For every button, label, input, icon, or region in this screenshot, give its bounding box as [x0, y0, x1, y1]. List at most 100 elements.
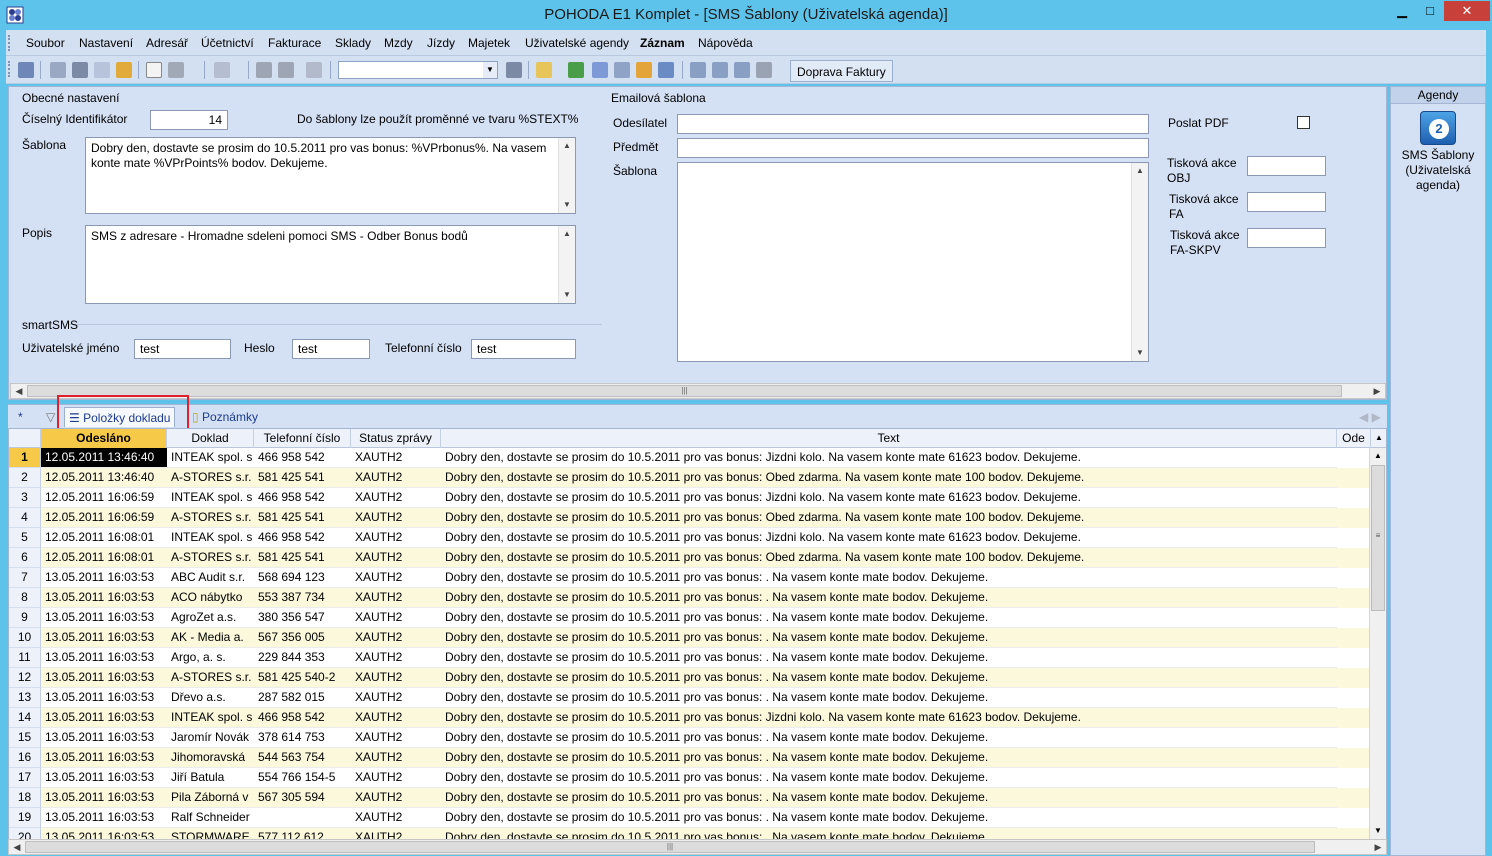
- save-all-icon[interactable]: [278, 62, 294, 78]
- cell-status[interactable]: XAUTH2: [351, 448, 441, 468]
- cell-status[interactable]: XAUTH2: [351, 788, 441, 808]
- menu-fakturace[interactable]: Fakturace: [268, 36, 321, 50]
- report-icon[interactable]: [116, 62, 132, 78]
- row-number[interactable]: 1: [9, 448, 41, 468]
- cell-text[interactable]: Dobry den, dostavte se prosim do 10.5.20…: [441, 708, 1337, 728]
- cell-odeslano[interactable]: 12.05.2011 16:06:59: [41, 508, 167, 528]
- row-number[interactable]: 19: [9, 808, 41, 828]
- table-row[interactable]: 16 13.05.2011 16:03:53 Jihomoravská 544 563…: [9, 748, 1371, 768]
- row-number[interactable]: 5: [9, 528, 41, 548]
- cell-status[interactable]: XAUTH2: [351, 668, 441, 688]
- cell-status[interactable]: XAUTH2: [351, 488, 441, 508]
- row-number[interactable]: 8: [9, 588, 41, 608]
- cell-status[interactable]: XAUTH2: [351, 808, 441, 828]
- description-textarea[interactable]: SMS z adresare - Hromadne sdeleni pomoci…: [85, 225, 576, 304]
- cell-odeslano[interactable]: 13.05.2011 16:03:53: [41, 728, 167, 748]
- cell-status[interactable]: XAUTH2: [351, 528, 441, 548]
- cell-text[interactable]: Dobry den, dostavte se prosim do 10.5.20…: [441, 508, 1337, 528]
- cell-status[interactable]: XAUTH2: [351, 588, 441, 608]
- filter-icon[interactable]: [506, 62, 522, 78]
- scroll-left-icon[interactable]: ◀: [11, 384, 27, 398]
- table-row[interactable]: 3 12.05.2011 16:06:59 INTEAK spol. s 466 95…: [9, 488, 1371, 508]
- table-row[interactable]: 4 12.05.2011 16:06:59 A-STORES s.r. 581 425…: [9, 508, 1371, 528]
- tools-icon[interactable]: [756, 62, 772, 78]
- cell-text[interactable]: Dobry den, dostavte se prosim do 10.5.20…: [441, 728, 1337, 748]
- sender-field[interactable]: [677, 114, 1149, 134]
- cell-telefon[interactable]: 581 425 541: [254, 508, 351, 528]
- menu-mzdy[interactable]: Mzdy: [384, 36, 413, 50]
- cell-text[interactable]: Dobry den, dostavte se prosim do 10.5.20…: [441, 668, 1337, 688]
- cell-telefon[interactable]: 466 958 542: [254, 708, 351, 728]
- tab-poznamky[interactable]: ▯ Poznámky: [188, 407, 262, 427]
- menu-jizdy[interactable]: Jízdy: [427, 36, 455, 50]
- cell-status[interactable]: XAUTH2: [351, 608, 441, 628]
- cell-doklad[interactable]: A-STORES s.r.: [167, 468, 254, 488]
- email-template-scrollbar[interactable]: ▲ ▼: [1131, 163, 1148, 361]
- cell-text[interactable]: Dobry den, dostavte se prosim do 10.5.20…: [441, 748, 1337, 768]
- row-number[interactable]: 16: [9, 748, 41, 768]
- cell-text[interactable]: Dobry den, dostavte se prosim do 10.5.20…: [441, 808, 1337, 828]
- copy-icon[interactable]: [306, 62, 322, 78]
- table-row[interactable]: 13 13.05.2011 16:03:53 Dřevo a.s. 287 582 0…: [9, 688, 1371, 708]
- cell-doklad[interactable]: Dřevo a.s.: [167, 688, 254, 708]
- cell-doklad[interactable]: A-STORES s.r.: [167, 548, 254, 568]
- cell-text[interactable]: Dobry den, dostavte se prosim do 10.5.20…: [441, 768, 1337, 788]
- print-setup-icon[interactable]: [50, 62, 66, 78]
- cell-odeslano[interactable]: 13.05.2011 16:03:53: [41, 808, 167, 828]
- cell-doklad[interactable]: Pila Záborná v: [167, 788, 254, 808]
- cell-odeslano[interactable]: 12.05.2011 16:08:01: [41, 528, 167, 548]
- cell-odeslano[interactable]: 13.05.2011 16:03:53: [41, 708, 167, 728]
- cell-odeslano[interactable]: 13.05.2011 16:03:53: [41, 788, 167, 808]
- print-icon[interactable]: [72, 62, 88, 78]
- cell-doklad[interactable]: INTEAK spol. s: [167, 528, 254, 548]
- email-template-textarea[interactable]: ▲ ▼: [677, 162, 1149, 362]
- cell-text[interactable]: Dobry den, dostavte se prosim do 10.5.20…: [441, 628, 1337, 648]
- table-row[interactable]: 18 13.05.2011 16:03:53 Pila Záborná v 567 3…: [9, 788, 1371, 808]
- agenda-item-label[interactable]: SMS Šablony (Uživatelská agenda): [1395, 148, 1481, 193]
- cell-text[interactable]: Dobry den, dostavte se prosim do 10.5.20…: [441, 488, 1337, 508]
- users-icon[interactable]: [636, 62, 652, 78]
- cell-telefon[interactable]: 567 356 005: [254, 628, 351, 648]
- cell-text[interactable]: Dobry den, dostavte se prosim do 10.5.20…: [441, 468, 1337, 488]
- cell-status[interactable]: XAUTH2: [351, 708, 441, 728]
- cell-doklad[interactable]: Argo, a. s.: [167, 648, 254, 668]
- menu-majetek[interactable]: Majetek: [468, 36, 510, 50]
- cell-doklad[interactable]: A-STORES s.r.: [167, 508, 254, 528]
- cell-odeslano[interactable]: 12.05.2011 13:46:40: [41, 448, 167, 468]
- cell-doklad[interactable]: AgroZet a.s.: [167, 608, 254, 628]
- send-pdf-checkbox[interactable]: [1297, 116, 1310, 129]
- list-icon[interactable]: [690, 62, 706, 78]
- cell-odeslano[interactable]: 13.05.2011 16:03:53: [41, 608, 167, 628]
- row-number[interactable]: 6: [9, 548, 41, 568]
- cell-odeslano[interactable]: 13.05.2011 16:03:53: [41, 688, 167, 708]
- table-row[interactable]: 9 13.05.2011 16:03:53 AgroZet a.s. 380 356 …: [9, 608, 1371, 628]
- row-number[interactable]: 11: [9, 648, 41, 668]
- cell-status[interactable]: XAUTH2: [351, 728, 441, 748]
- cell-status[interactable]: XAUTH2: [351, 628, 441, 648]
- cell-telefon[interactable]: 380 356 547: [254, 608, 351, 628]
- cell-telefon[interactable]: 581 425 540-2: [254, 668, 351, 688]
- row-number[interactable]: 18: [9, 788, 41, 808]
- cell-telefon[interactable]: 568 694 123: [254, 568, 351, 588]
- menu-grip[interactable]: [8, 35, 11, 51]
- menu-napoveda[interactable]: Nápověda: [698, 36, 753, 50]
- cell-text[interactable]: Dobry den, dostavte se prosim do 10.5.20…: [441, 588, 1337, 608]
- scroll-up-icon[interactable]: ▲: [559, 138, 575, 154]
- row-number[interactable]: 9: [9, 608, 41, 628]
- cell-text[interactable]: Dobry den, dostavte se prosim do 10.5.20…: [441, 548, 1337, 568]
- username-field[interactable]: test: [134, 339, 231, 359]
- id-field[interactable]: 14: [150, 110, 228, 130]
- row-number[interactable]: 2: [9, 468, 41, 488]
- password-field[interactable]: test: [292, 339, 370, 359]
- quick-search-combo[interactable]: ▼: [338, 61, 498, 79]
- cell-doklad[interactable]: AK - Media a.: [167, 628, 254, 648]
- column-odeslano[interactable]: Odesláno: [41, 429, 167, 448]
- chevron-down-icon[interactable]: ▼: [483, 62, 497, 78]
- cell-odeslano[interactable]: 13.05.2011 16:03:53: [41, 588, 167, 608]
- edit-record-icon[interactable]: [168, 62, 184, 78]
- table-row[interactable]: 10 13.05.2011 16:03:53 AK - Media a. 567 35…: [9, 628, 1371, 648]
- cell-odeslano[interactable]: 13.05.2011 16:03:53: [41, 668, 167, 688]
- table-row[interactable]: 2 12.05.2011 13:46:40 A-STORES s.r. 581 425…: [9, 468, 1371, 488]
- new-record-icon[interactable]: [146, 62, 162, 78]
- cell-status[interactable]: XAUTH2: [351, 768, 441, 788]
